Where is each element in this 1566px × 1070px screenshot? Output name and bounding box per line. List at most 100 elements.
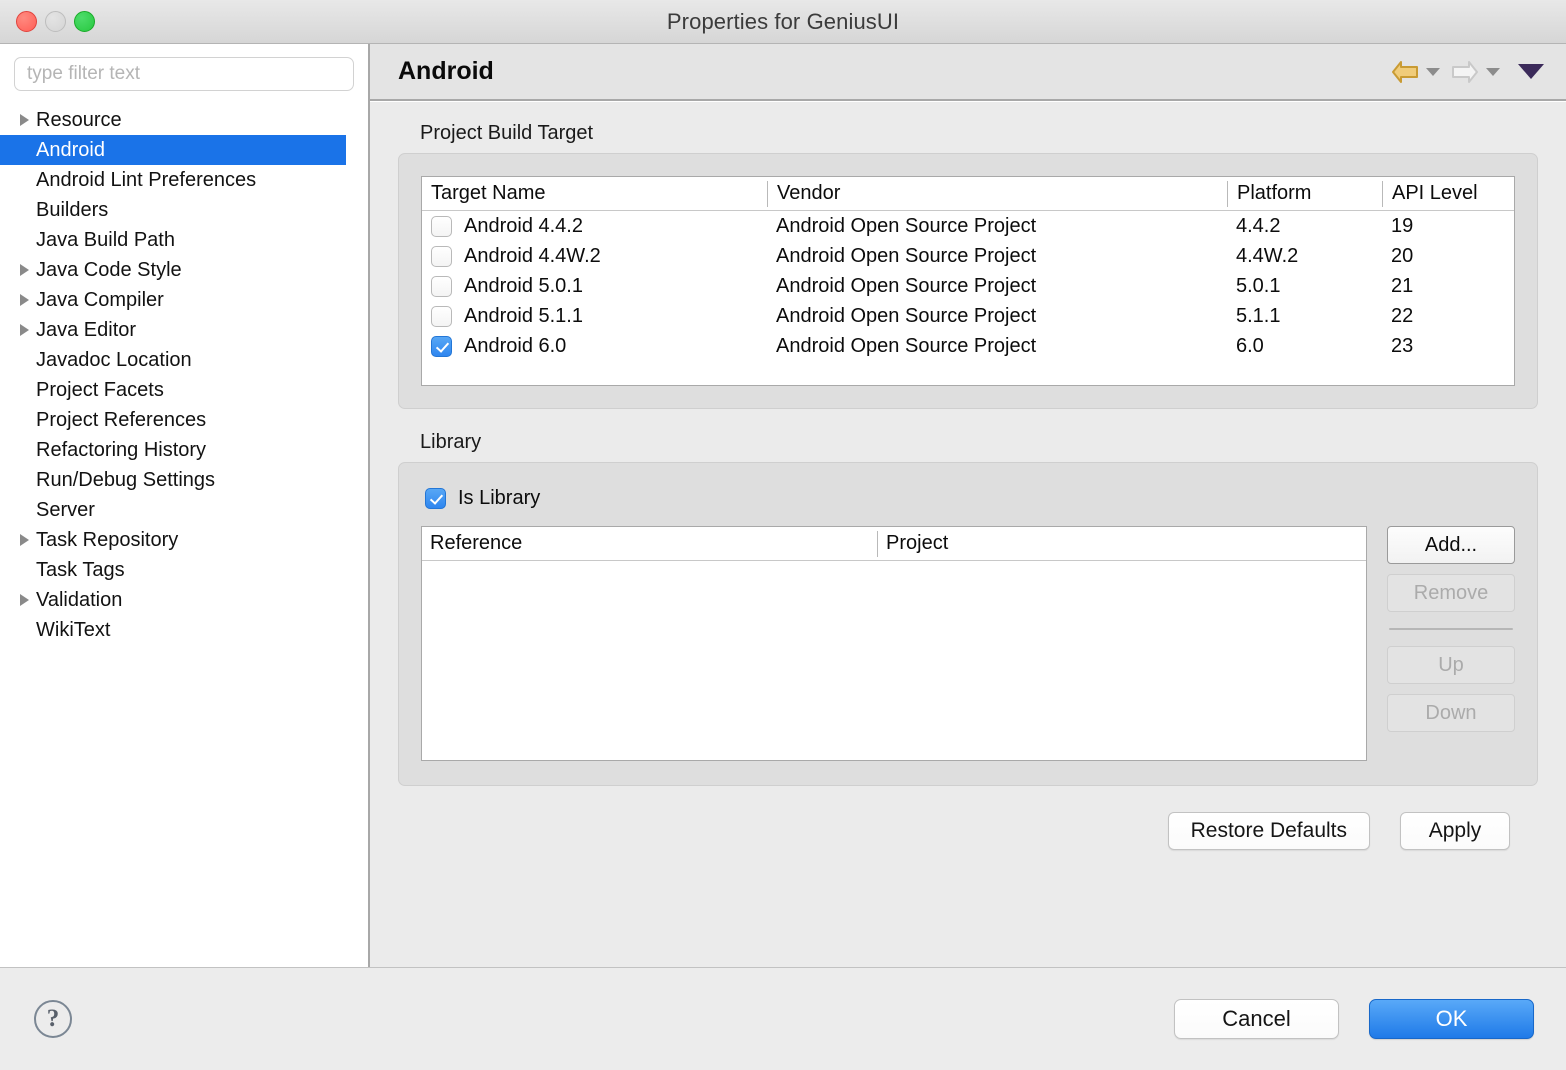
content-header: Android bbox=[370, 44, 1566, 101]
sidebar-item-server[interactable]: Server bbox=[0, 495, 368, 525]
sidebar-item-label: Refactoring History bbox=[36, 440, 206, 460]
project-build-target-group: Target NameVendorPlatformAPI Level Andro… bbox=[398, 153, 1538, 409]
table-row[interactable]: Android 5.1.1Android Open Source Project… bbox=[422, 301, 1514, 331]
sidebar-item-validation[interactable]: Validation bbox=[0, 585, 368, 615]
apply-button[interactable]: Apply bbox=[1400, 812, 1510, 850]
close-window-button[interactable] bbox=[16, 11, 37, 32]
build-target-column-header[interactable]: Target Name bbox=[422, 181, 767, 207]
forward-button[interactable] bbox=[1448, 59, 1482, 85]
back-button[interactable] bbox=[1388, 59, 1422, 85]
is-library-label: Is Library bbox=[458, 487, 540, 510]
build-target-name-label: Android 6.0 bbox=[464, 335, 566, 358]
library-column-header[interactable]: Reference bbox=[422, 531, 877, 557]
cancel-button[interactable]: Cancel bbox=[1174, 999, 1339, 1039]
build-target-table-body: Android 4.4.2Android Open Source Project… bbox=[422, 211, 1514, 385]
sidebar-item-java-build-path[interactable]: Java Build Path bbox=[0, 225, 368, 255]
sidebar-item-builders[interactable]: Builders bbox=[0, 195, 368, 225]
sidebar-item-java-compiler[interactable]: Java Compiler bbox=[0, 285, 368, 315]
build-target-name-cell: Android 5.0.1 bbox=[422, 271, 767, 301]
expand-triangle-icon[interactable] bbox=[14, 324, 34, 336]
expand-triangle-icon[interactable] bbox=[14, 294, 34, 306]
library-column-header[interactable]: Project bbox=[877, 531, 1366, 557]
view-menu-chevron-down-icon[interactable] bbox=[1518, 64, 1544, 79]
sidebar-item-label: Server bbox=[36, 500, 95, 520]
sidebar-item-label: Java Editor bbox=[36, 320, 136, 340]
sidebar-item-label: Task Tags bbox=[36, 560, 125, 580]
sidebar-item-task-repository[interactable]: Task Repository bbox=[0, 525, 368, 555]
build-target-checkbox[interactable] bbox=[431, 276, 452, 297]
sidebar-item-run-debug-settings[interactable]: Run/Debug Settings bbox=[0, 465, 368, 495]
build-target-column-header[interactable]: API Level bbox=[1382, 181, 1514, 207]
build-target-vendor-cell: Android Open Source Project bbox=[767, 211, 1227, 241]
sidebar-item-label: Java Build Path bbox=[36, 230, 175, 250]
sidebar-item-resource[interactable]: Resource bbox=[0, 105, 368, 135]
build-target-platform-cell: 5.0.1 bbox=[1227, 271, 1382, 301]
build-target-checkbox[interactable] bbox=[431, 246, 452, 267]
minimize-window-button[interactable] bbox=[45, 11, 66, 32]
project-build-target-section: Project Build Target Target NameVendorPl… bbox=[398, 122, 1538, 409]
expand-triangle-icon[interactable] bbox=[14, 534, 34, 546]
build-target-platform-cell: 5.1.1 bbox=[1227, 301, 1382, 331]
navigation-icons bbox=[1388, 44, 1544, 99]
table-row[interactable]: Android 6.0Android Open Source Project6.… bbox=[422, 331, 1514, 361]
expand-triangle-icon[interactable] bbox=[14, 594, 34, 606]
table-row[interactable]: Android 5.0.1Android Open Source Project… bbox=[422, 271, 1514, 301]
build-target-column-header[interactable]: Platform bbox=[1227, 181, 1382, 207]
sidebar-item-label: Validation bbox=[36, 590, 122, 610]
table-row[interactable]: Android 4.4W.2 Android Open Source Projec… bbox=[422, 241, 1514, 271]
build-target-platform-cell: 6.0 bbox=[1227, 331, 1382, 361]
maximize-window-button[interactable] bbox=[74, 11, 95, 32]
ok-button[interactable]: OK bbox=[1369, 999, 1534, 1039]
build-target-name-label: Android 5.0.1 bbox=[464, 275, 583, 298]
library-references-area: ReferenceProject Add... Remove Up Down bbox=[421, 526, 1515, 761]
build-target-platform-cell: 4.4W.2 bbox=[1227, 241, 1382, 271]
build-target-name-cell: Android 5.1.1 bbox=[422, 301, 767, 331]
build-target-checkbox[interactable] bbox=[431, 216, 452, 237]
help-question-icon[interactable]: ? bbox=[34, 1000, 72, 1038]
settings-tree: Resource Android Android Lint Preferences B… bbox=[0, 101, 368, 645]
restore-defaults-button[interactable]: Restore Defaults bbox=[1168, 812, 1370, 850]
sidebar-item-label: Android bbox=[36, 140, 105, 160]
remove-button: Remove bbox=[1387, 574, 1515, 612]
forward-history-chevron-down-icon[interactable] bbox=[1486, 68, 1500, 76]
build-target-checkbox[interactable] bbox=[431, 336, 452, 357]
build-target-vendor-cell: Android Open Source Project bbox=[767, 241, 1227, 271]
build-target-table: Target NameVendorPlatformAPI Level Andro… bbox=[421, 176, 1515, 386]
expand-triangle-icon[interactable] bbox=[14, 114, 34, 126]
build-target-api-level-cell: 19 bbox=[1382, 211, 1514, 241]
build-target-name-cell: Android 6.0 bbox=[422, 331, 767, 361]
window-title: Properties for GeniusUI bbox=[667, 9, 899, 35]
sidebar-item-java-code-style[interactable]: Java Code Style bbox=[0, 255, 368, 285]
build-target-table-header: Target NameVendorPlatformAPI Level bbox=[422, 177, 1514, 211]
sidebar-item-wikitext[interactable]: WikiText bbox=[0, 615, 368, 645]
sidebar-item-label: Builders bbox=[36, 200, 108, 220]
library-references-table[interactable]: ReferenceProject bbox=[421, 526, 1367, 761]
sidebar-item-label: Android Lint Preferences bbox=[36, 170, 256, 190]
sidebar-item-android-lint-preferences[interactable]: Android Lint Preferences bbox=[0, 165, 368, 195]
table-row[interactable]: Android 4.4.2Android Open Source Project… bbox=[422, 211, 1514, 241]
sidebar-item-refactoring-history[interactable]: Refactoring History bbox=[0, 435, 368, 465]
page-title: Android bbox=[398, 57, 494, 86]
expand-triangle-icon[interactable] bbox=[14, 264, 34, 276]
sidebar-item-project-facets[interactable]: Project Facets bbox=[0, 375, 368, 405]
back-history-chevron-down-icon[interactable] bbox=[1426, 68, 1440, 76]
is-library-row[interactable]: Is Library bbox=[425, 487, 1515, 510]
sidebar-item-android[interactable]: Android bbox=[0, 135, 346, 165]
build-target-platform-cell: 4.4.2 bbox=[1227, 211, 1382, 241]
sidebar-item-task-tags[interactable]: Task Tags bbox=[0, 555, 368, 585]
sidebar-item-javadoc-location[interactable]: Javadoc Location bbox=[0, 345, 368, 375]
build-target-checkbox[interactable] bbox=[431, 306, 452, 327]
build-target-name-label: Android 4.4W.2 bbox=[464, 245, 601, 268]
down-button: Down bbox=[1387, 694, 1515, 732]
project-build-target-label: Project Build Target bbox=[420, 122, 1538, 145]
up-button: Up bbox=[1387, 646, 1515, 684]
sidebar-item-label: Javadoc Location bbox=[36, 350, 192, 370]
library-label: Library bbox=[420, 431, 1538, 454]
add-button[interactable]: Add... bbox=[1387, 526, 1515, 564]
search-input[interactable] bbox=[14, 57, 354, 91]
build-target-column-header[interactable]: Vendor bbox=[767, 181, 1227, 207]
is-library-checkbox[interactable] bbox=[425, 488, 446, 509]
build-target-name-cell: Android 4.4.2 bbox=[422, 211, 767, 241]
sidebar-item-java-editor[interactable]: Java Editor bbox=[0, 315, 368, 345]
sidebar-item-project-references[interactable]: Project References bbox=[0, 405, 368, 435]
